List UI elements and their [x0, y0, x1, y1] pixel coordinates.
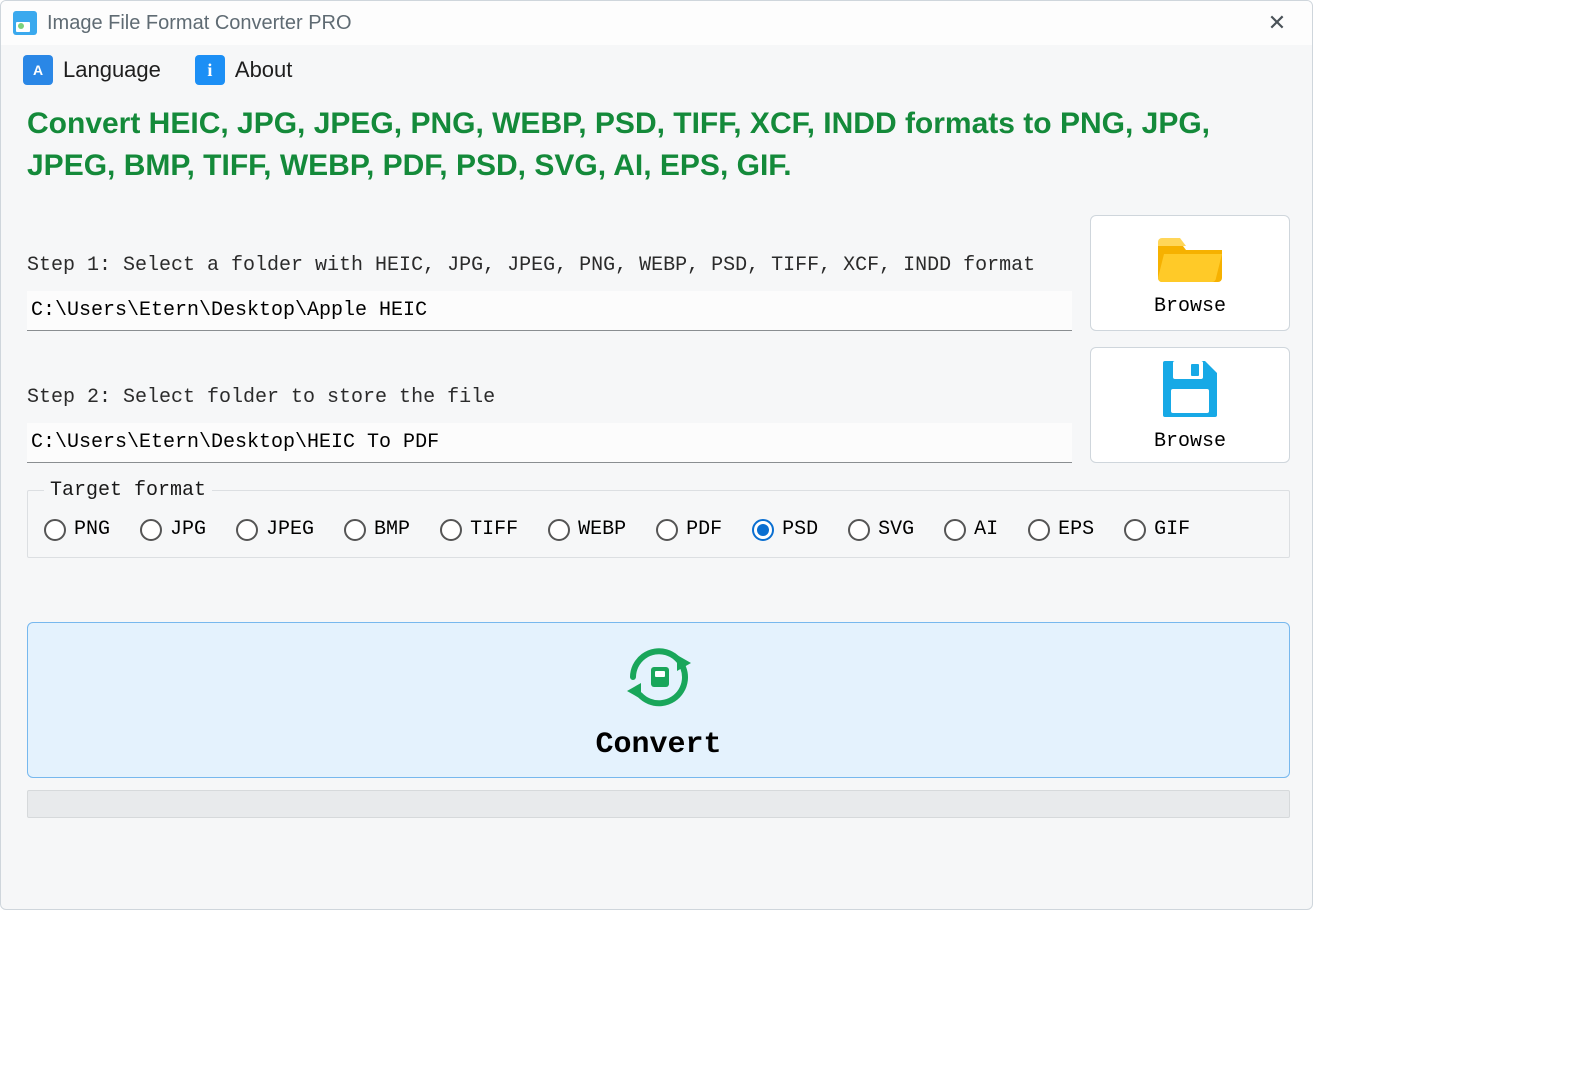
- radio-dot-icon: [752, 519, 774, 541]
- content-area: Step 1: Select a folder with HEIC, JPG, …: [1, 209, 1312, 818]
- format-radio-psd[interactable]: PSD: [752, 518, 818, 541]
- format-radio-eps[interactable]: EPS: [1028, 518, 1094, 541]
- close-icon[interactable]: ✕: [1254, 1, 1300, 45]
- app-window: Image File Format Converter PRO ✕ Langua…: [0, 0, 1313, 910]
- target-format-group: Target format PNG JPG JPEG BMP TIFF WEBP PDF PS…: [27, 479, 1290, 558]
- radio-dot-icon: [440, 519, 462, 541]
- menu-about-label: About: [235, 57, 293, 83]
- radio-dot-icon: [944, 519, 966, 541]
- format-radio-tiff[interactable]: TIFF: [440, 518, 518, 541]
- destination-folder-input[interactable]: [27, 423, 1072, 463]
- format-radio-label: BMP: [374, 518, 410, 541]
- title-bar: Image File Format Converter PRO ✕: [1, 1, 1312, 45]
- convert-button[interactable]: Convert: [27, 622, 1290, 778]
- format-radio-label: PDF: [686, 518, 722, 541]
- radio-dot-icon: [344, 519, 366, 541]
- step2-label: Step 2: Select folder to store the file: [27, 386, 1072, 409]
- menu-language[interactable]: Language: [23, 55, 161, 85]
- radio-dot-icon: [656, 519, 678, 541]
- format-radio-label: SVG: [878, 518, 914, 541]
- folder-icon: [1154, 228, 1226, 289]
- format-radio-png[interactable]: PNG: [44, 518, 110, 541]
- format-radio-jpg[interactable]: JPG: [140, 518, 206, 541]
- menu-about[interactable]: About: [195, 55, 293, 85]
- format-radio-gif[interactable]: GIF: [1124, 518, 1190, 541]
- radio-dot-icon: [1028, 519, 1050, 541]
- format-radio-label: JPEG: [266, 518, 314, 541]
- browse-destination-button[interactable]: Browse: [1090, 347, 1290, 463]
- target-format-options: PNG JPG JPEG BMP TIFF WEBP PDF PSD SVG AI EPS GIF: [44, 518, 1279, 541]
- format-radio-label: TIFF: [470, 518, 518, 541]
- info-icon: [195, 55, 225, 85]
- radio-dot-icon: [848, 519, 870, 541]
- format-radio-svg[interactable]: SVG: [848, 518, 914, 541]
- browse-source-label: Browse: [1154, 295, 1226, 318]
- radio-dot-icon: [236, 519, 258, 541]
- radio-dot-icon: [140, 519, 162, 541]
- convert-button-label: Convert: [595, 728, 721, 762]
- browse-source-button[interactable]: Browse: [1090, 215, 1290, 331]
- format-radio-label: PNG: [74, 518, 110, 541]
- format-radio-pdf[interactable]: PDF: [656, 518, 722, 541]
- floppy-save-icon: [1159, 357, 1221, 424]
- format-radio-label: PSD: [782, 518, 818, 541]
- progress-bar: [27, 790, 1290, 818]
- radio-dot-icon: [1124, 519, 1146, 541]
- step1-row: Step 1: Select a folder with HEIC, JPG, …: [27, 215, 1290, 331]
- format-radio-label: GIF: [1154, 518, 1190, 541]
- window-title: Image File Format Converter PRO: [47, 12, 1254, 35]
- format-radio-webp[interactable]: WEBP: [548, 518, 626, 541]
- browse-destination-label: Browse: [1154, 430, 1226, 453]
- format-radio-jpeg[interactable]: JPEG: [236, 518, 314, 541]
- format-radio-bmp[interactable]: BMP: [344, 518, 410, 541]
- menu-language-label: Language: [63, 57, 161, 83]
- format-radio-label: AI: [974, 518, 998, 541]
- headline-text: Convert HEIC, JPG, JPEG, PNG, WEBP, PSD,…: [1, 95, 1312, 209]
- app-icon: [13, 11, 37, 35]
- format-radio-label: EPS: [1058, 518, 1094, 541]
- radio-dot-icon: [44, 519, 66, 541]
- format-radio-ai[interactable]: AI: [944, 518, 998, 541]
- menu-bar: Language About: [1, 45, 1312, 95]
- format-radio-label: WEBP: [578, 518, 626, 541]
- target-format-legend: Target format: [44, 479, 212, 502]
- source-folder-input[interactable]: [27, 291, 1072, 331]
- step2-row: Step 2: Select folder to store the file …: [27, 347, 1290, 463]
- radio-dot-icon: [548, 519, 570, 541]
- format-radio-label: JPG: [170, 518, 206, 541]
- convert-icon: [621, 639, 697, 720]
- language-icon: [23, 55, 53, 85]
- step1-label: Step 1: Select a folder with HEIC, JPG, …: [27, 254, 1072, 277]
